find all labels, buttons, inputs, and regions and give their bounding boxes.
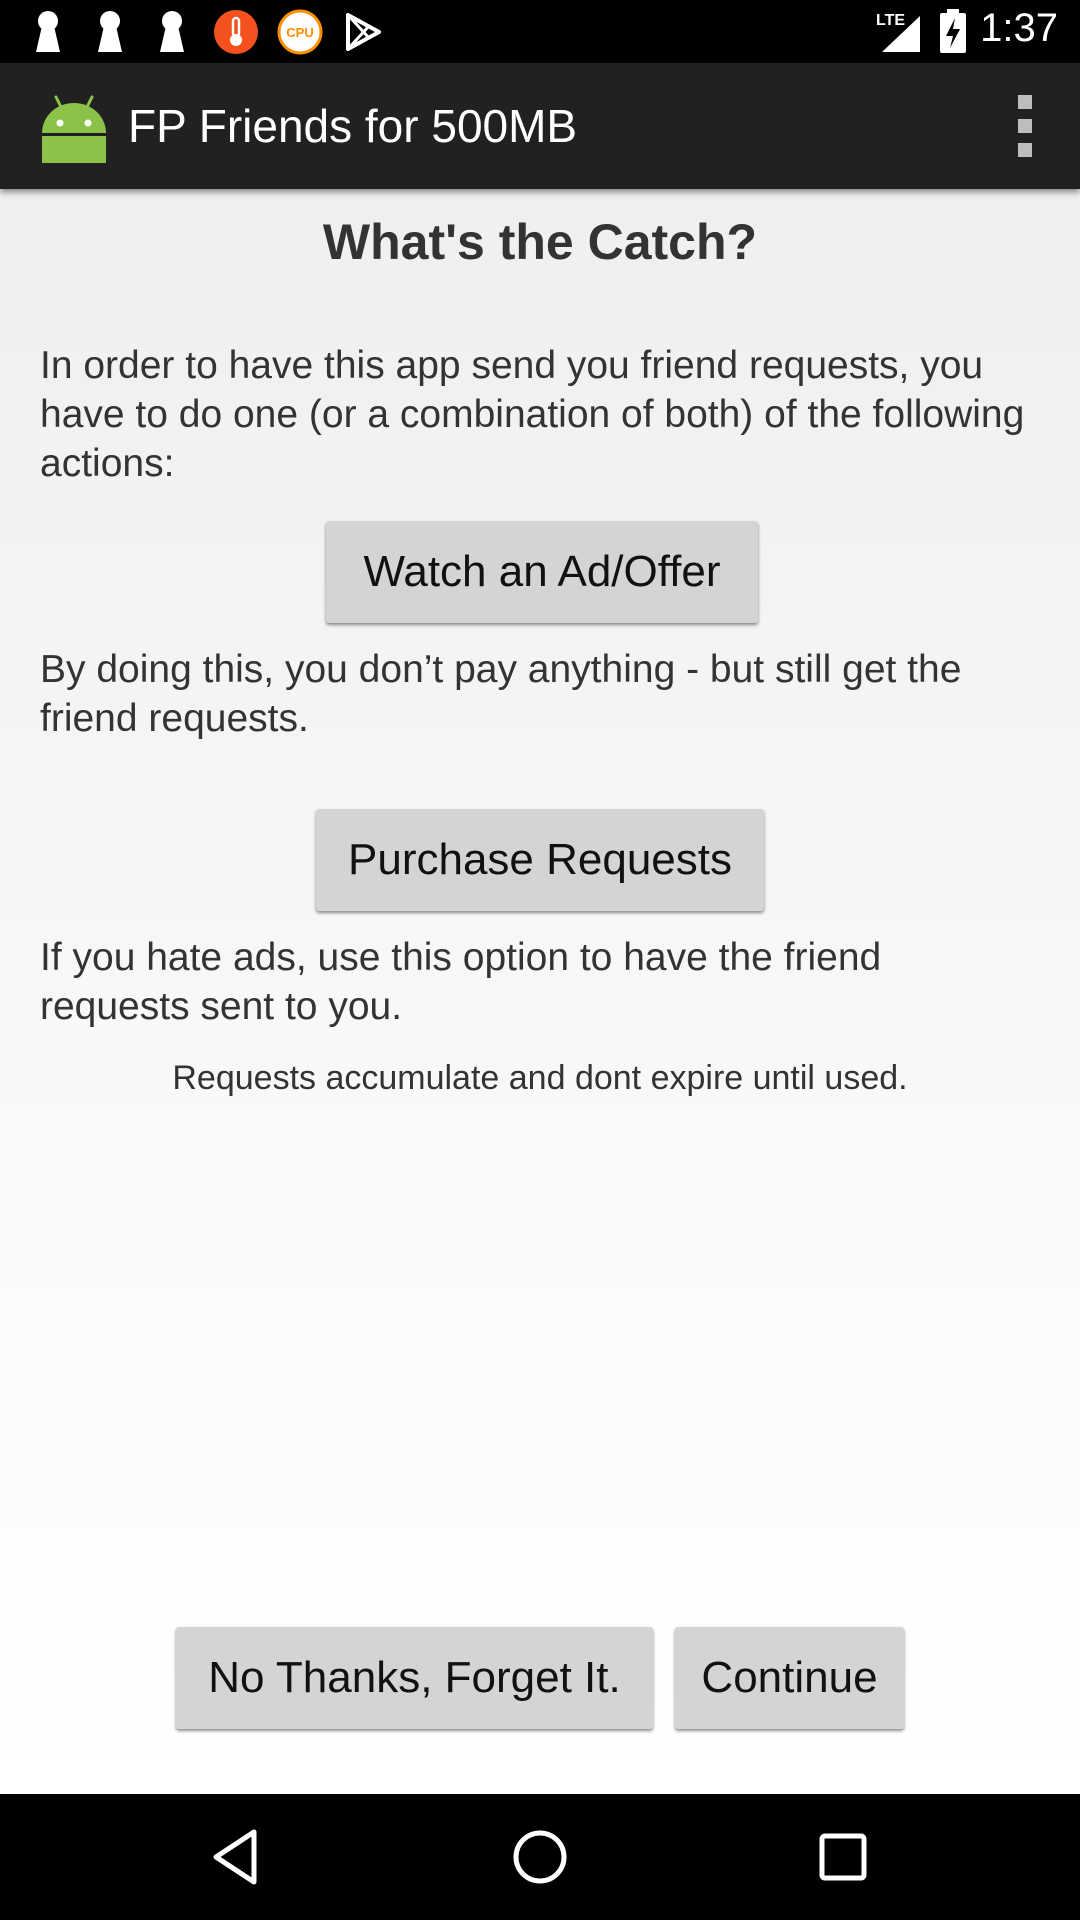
continue-button[interactable]: Continue <box>675 1627 904 1729</box>
svg-text:CPU: CPU <box>286 25 313 40</box>
android-icon <box>42 95 106 163</box>
keyhole-icon <box>36 11 60 52</box>
cpu-icon: CPU <box>277 9 323 55</box>
keyhole-icon <box>160 11 184 52</box>
purchase-requests-button[interactable]: Purchase Requests <box>316 809 764 911</box>
app-title: FP Friends for 500MB <box>128 100 578 152</box>
main-content: What's the Catch? In order to have this … <box>0 189 1080 1794</box>
navigation-bar <box>0 1794 1080 1920</box>
purchase-description: If you hate ads, use this option to have… <box>40 936 882 1028</box>
page-title: What's the Catch? <box>322 214 758 270</box>
watch-ad-button[interactable]: Watch an Ad/Offer <box>326 521 758 623</box>
battery-charging-icon <box>940 9 966 53</box>
play-store-icon <box>346 13 381 51</box>
requests-note: Requests accumulate and dont expire unti… <box>172 1059 908 1097</box>
keyhole-icon <box>98 11 122 52</box>
watch-ad-description: By doing this, you don’t pay anything - … <box>40 648 962 740</box>
back-icon[interactable] <box>204 1824 270 1890</box>
recents-icon[interactable] <box>810 1824 876 1890</box>
home-icon[interactable] <box>507 1824 573 1890</box>
app-bar: FP Friends for 500MB <box>0 63 1080 189</box>
clock: 1:37 <box>980 6 1058 50</box>
no-thanks-button[interactable]: No Thanks, Forget It. <box>176 1627 653 1729</box>
overflow-menu-icon[interactable] <box>996 93 1052 159</box>
thermometer-icon <box>214 10 258 54</box>
intro-text: In order to have this app send you frien… <box>40 344 1025 485</box>
status-bar: CPU LTE 1:37 <box>0 0 1080 63</box>
signal-icon <box>882 16 920 52</box>
screen: CPU LTE 1:37 FP Friends for 500MB What's… <box>0 0 1080 1920</box>
